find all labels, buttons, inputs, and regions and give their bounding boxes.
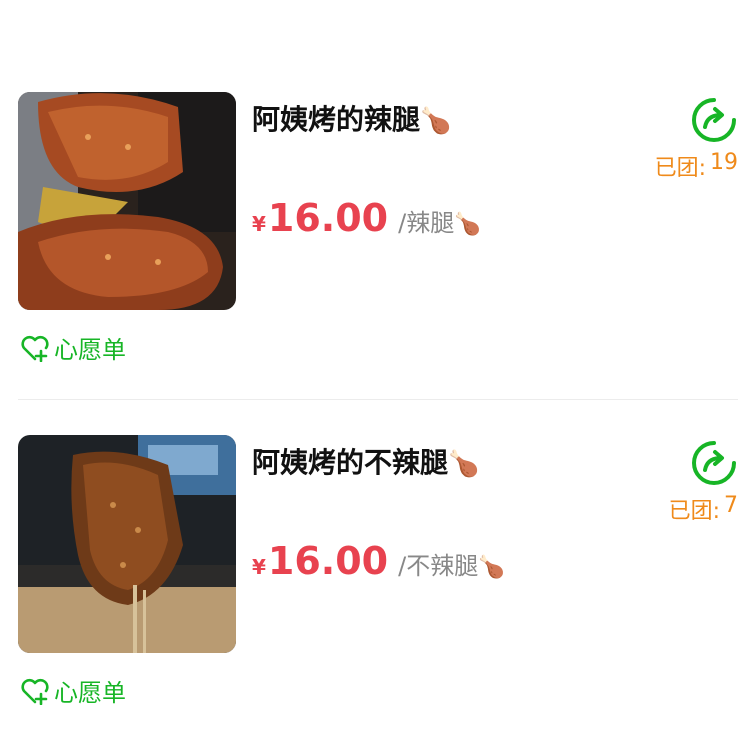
product-item[interactable]: 阿姨烤的辣腿🍗 ¥ 16.00 /辣腿🍗 已团: 19 心愿单 — [0, 92, 756, 412]
price-unit: /不辣腿🍗 — [398, 546, 505, 581]
drumstick-icon: 🍗 — [478, 555, 506, 580]
product-title-text: 阿姨烤的辣腿 — [252, 103, 421, 136]
share-arrow-icon — [692, 98, 736, 142]
price-unit-text: /辣腿 — [398, 209, 455, 237]
header-fragment: · · · · — [248, 0, 311, 11]
product-item[interactable]: 阿姨烤的不辣腿🍗 ¥ 16.00 /不辣腿🍗 已团: 7 心愿单 — [0, 435, 756, 755]
drumstick-icon: 🍗 — [448, 449, 480, 478]
group-buy-number: 19 — [710, 150, 738, 175]
drumstick-icon: 🍗 — [454, 212, 482, 237]
group-buy-count: 已团: 19 — [655, 150, 738, 182]
share-arrow-icon — [692, 441, 736, 485]
drumstick-icon: 🍗 — [420, 106, 452, 135]
wishlist-button[interactable]: 心愿单 — [20, 673, 126, 708]
price-unit-text: /不辣腿 — [398, 552, 479, 580]
group-buy-label: 已团: — [654, 156, 706, 181]
price-amount: 16.00 — [267, 539, 389, 583]
wishlist-button[interactable]: 心愿单 — [20, 330, 126, 365]
product-price: ¥ 16.00 /辣腿🍗 — [252, 196, 481, 240]
item-divider — [18, 399, 738, 400]
group-buy-label: 已团: — [668, 499, 720, 524]
group-buy-count: 已团: 7 — [669, 493, 738, 525]
product-image-mild-leg[interactable] — [18, 435, 236, 653]
wishlist-label: 心愿单 — [54, 336, 126, 364]
group-buy-number: 7 — [724, 493, 738, 518]
currency-symbol: ¥ — [252, 212, 266, 236]
product-title-text: 阿姨烤的不辣腿 — [252, 446, 449, 479]
share-button[interactable] — [690, 96, 738, 144]
heart-plus-icon — [21, 335, 49, 362]
heart-plus-icon — [21, 678, 49, 705]
product-title[interactable]: 阿姨烤的辣腿🍗 — [252, 98, 451, 138]
product-price: ¥ 16.00 /不辣腿🍗 — [252, 539, 505, 583]
share-button[interactable] — [690, 439, 738, 487]
price-amount: 16.00 — [267, 196, 389, 240]
currency-symbol: ¥ — [252, 555, 266, 579]
product-image-spicy-leg[interactable] — [18, 92, 236, 310]
product-title[interactable]: 阿姨烤的不辣腿🍗 — [252, 441, 479, 481]
wishlist-label: 心愿单 — [54, 679, 126, 707]
price-unit: /辣腿🍗 — [398, 203, 481, 238]
